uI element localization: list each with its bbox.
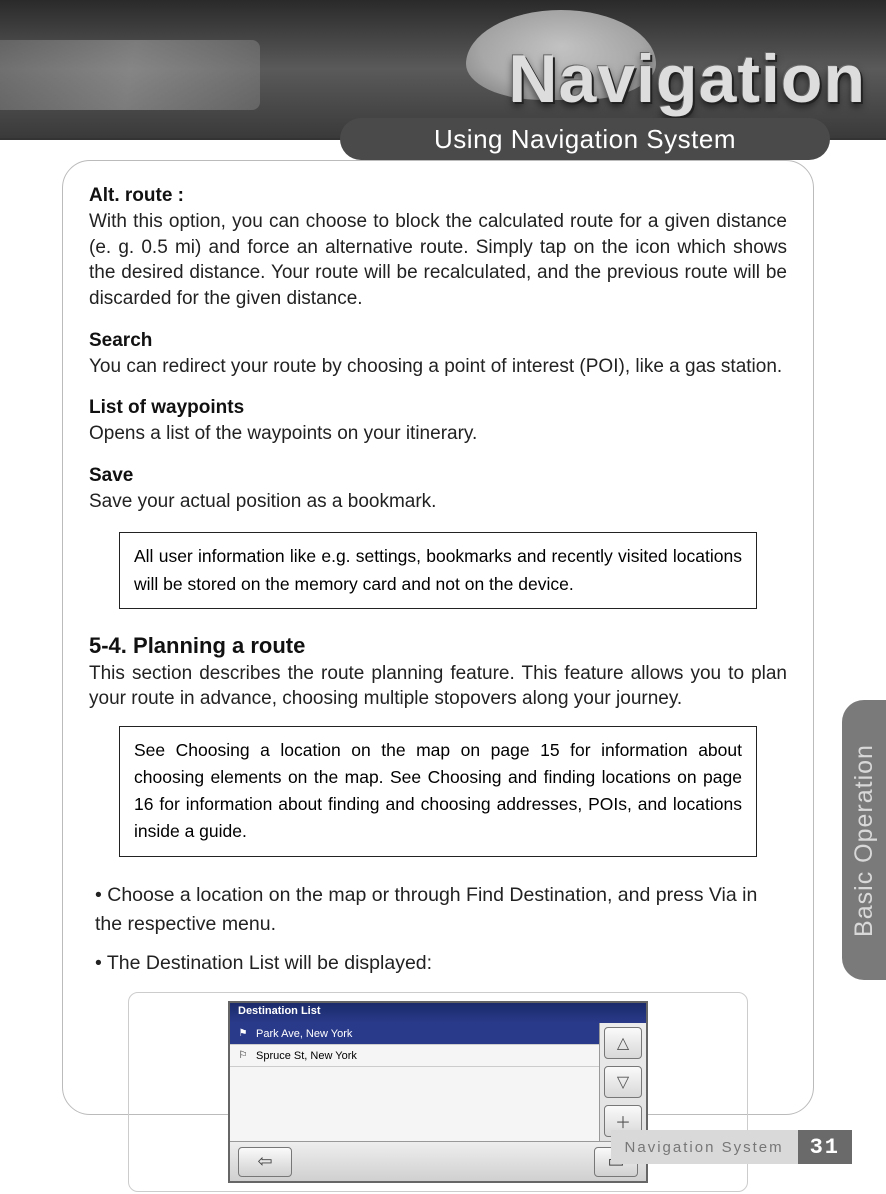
section-intro-planning: This section describes the route plannin… (89, 661, 787, 712)
section-title-tab: Using Navigation System (340, 118, 830, 160)
banner-title: Navigation (508, 40, 866, 118)
option-heading-alt-route: Alt. route : (89, 185, 787, 207)
banner-road-graphic (0, 40, 260, 110)
option-search: Search You can redirect your route by ch… (89, 330, 787, 380)
destination-list-sidebar: △ ▽ ＋ (600, 1023, 646, 1141)
option-body-search: You can redirect your route by choosing … (89, 354, 787, 380)
page-number: 31 (798, 1130, 852, 1164)
destination-list-rows: ⚑ Park Ave, New York ⚐ Spruce St, New Yo… (230, 1023, 600, 1141)
destination-list-footer: ⇦ ▭ (230, 1141, 646, 1181)
bullet-destination-list: • The Destination List will be displayed… (95, 949, 787, 978)
chevron-down-icon: ▽ (617, 1072, 629, 1092)
bullet-choose-location: • Choose a location on the map or throug… (95, 881, 787, 940)
back-button[interactable]: ⇦ (238, 1147, 292, 1177)
option-body-alt-route: With this option, you can choose to bloc… (89, 209, 787, 312)
option-heading-search: Search (89, 330, 787, 352)
option-heading-save: Save (89, 465, 787, 487)
arrow-left-icon: ⇦ (257, 1151, 272, 1172)
list-item-label: Park Ave, New York (256, 1028, 352, 1040)
waypoint-flag-icon: ⚐ (236, 1049, 250, 1063)
side-tab: Basic Operation (842, 700, 886, 980)
list-item[interactable]: ⚐ Spruce St, New York (230, 1045, 599, 1067)
scroll-up-button[interactable]: △ (604, 1027, 642, 1059)
scroll-down-button[interactable]: ▽ (604, 1066, 642, 1098)
option-alt-route: Alt. route : With this option, you can c… (89, 185, 787, 312)
footer-label: Navigation System (611, 1130, 798, 1164)
option-save: Save Save your actual position as a book… (89, 465, 787, 515)
option-heading-waypoints: List of waypoints (89, 397, 787, 419)
page-footer: Navigation System 31 (611, 1130, 852, 1164)
option-body-waypoints: Opens a list of the waypoints on your it… (89, 421, 787, 447)
content-box: Alt. route : With this option, you can c… (62, 160, 814, 1115)
side-tab-label: Basic Operation (850, 744, 879, 937)
list-item-label: Spruce St, New York (256, 1050, 357, 1062)
list-item[interactable]: ⚑ Park Ave, New York (230, 1023, 599, 1045)
destination-flag-icon: ⚑ (236, 1027, 250, 1041)
destination-list-header: Destination List (230, 1003, 646, 1023)
destination-list-window: Destination List ⚑ Park Ave, New York ⚐ … (228, 1001, 648, 1183)
note-storage: All user information like e.g. settings,… (119, 532, 757, 608)
destination-list-body: ⚑ Park Ave, New York ⚐ Spruce St, New Yo… (230, 1023, 646, 1141)
chevron-up-icon: △ (617, 1033, 629, 1053)
option-body-save: Save your actual position as a bookmark. (89, 489, 787, 515)
note-references: See Choosing a location on the map on pa… (119, 726, 757, 857)
option-waypoints: List of waypoints Opens a list of the wa… (89, 397, 787, 447)
section-heading-planning: 5-4. Planning a route (89, 633, 787, 659)
